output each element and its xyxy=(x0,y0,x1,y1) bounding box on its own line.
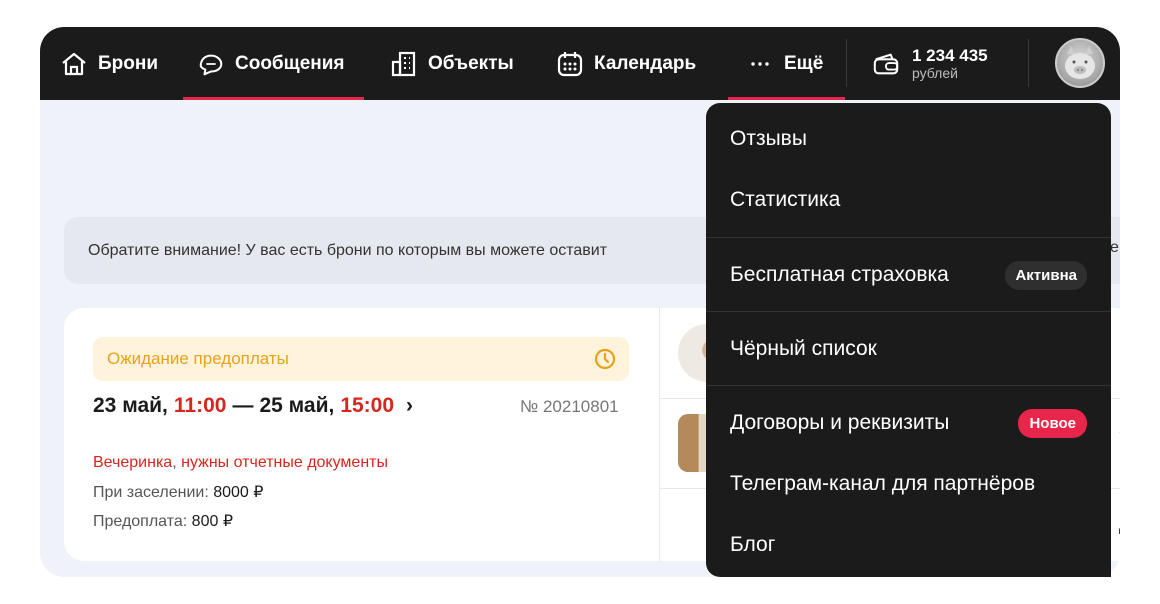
menu-item-statistics[interactable]: Статистика xyxy=(730,185,1087,215)
dots-icon xyxy=(746,50,774,78)
menu-item-label: Телеграм-канал для партнёров xyxy=(730,472,1036,495)
tag-party: Вечеринка xyxy=(93,454,173,471)
peek-text: Д xyxy=(1119,513,1120,536)
time-end: 15:00 xyxy=(340,394,395,417)
wallet-unit: рублей xyxy=(912,64,958,81)
wallet-balance[interactable]: 1 234 435 рублей xyxy=(872,27,988,100)
menu-item-reviews[interactable]: Отзывы xyxy=(730,124,1087,154)
status-badge-new: Новое xyxy=(1018,408,1087,438)
time-start: 11:00 xyxy=(173,394,227,417)
date-end: 25 май, xyxy=(259,394,335,417)
menu-item-blacklist[interactable]: Чёрный список xyxy=(730,334,1087,364)
wallet-text: 1 234 435 рублей xyxy=(912,45,988,81)
date-start: 23 май, xyxy=(93,394,168,417)
calendar-icon xyxy=(556,50,584,78)
pig-avatar-icon xyxy=(1065,46,1095,79)
tag-documents: нужны отчетные документы xyxy=(181,454,388,471)
wallet-icon xyxy=(872,50,900,78)
home-icon xyxy=(60,50,88,78)
nav-label-messages: Сообщения xyxy=(235,52,345,74)
top-nav: Брони Сообщения Объекты Календарь Ещё 1 … xyxy=(40,27,1120,100)
checkin-value: 8000 ₽ xyxy=(213,484,264,501)
checkin-label: При заселении: xyxy=(93,484,209,501)
menu-separator xyxy=(706,311,1111,312)
menu-separator xyxy=(706,385,1111,386)
menu-item-label: Договоры и реквизиты xyxy=(730,411,950,434)
prepay-label: Предоплата: xyxy=(93,513,188,530)
clock-icon xyxy=(593,347,617,371)
menu-item-blog[interactable]: Блог xyxy=(730,530,1087,560)
peek-text: ц xyxy=(1119,449,1120,467)
menu-item-free-insurance[interactable]: Бесплатная страховка Активна xyxy=(730,260,1087,290)
nav-item-more[interactable]: Ещё xyxy=(746,27,823,100)
date-dash: — xyxy=(232,394,254,417)
menu-item-contracts[interactable]: Договоры и реквизиты Новое xyxy=(730,408,1087,438)
nav-item-objects[interactable]: Объекты xyxy=(390,27,514,100)
nav-label-bookings: Брони xyxy=(98,52,159,74)
status-badge: Ожидание предоплаты xyxy=(93,337,629,381)
menu-item-label: Отзывы xyxy=(730,127,807,150)
prepay-value: 800 ₽ xyxy=(191,513,233,530)
nav-active-underline-messages xyxy=(183,97,364,100)
nav-label-calendar: Календарь xyxy=(594,52,697,74)
nav-label-more: Ещё xyxy=(784,52,824,74)
wallet-amount: 1 234 435 xyxy=(912,45,988,65)
nav-label-objects: Объекты xyxy=(428,52,514,74)
building-icon xyxy=(390,50,418,78)
prepay-info: Предоплата: 800 ₽ xyxy=(93,511,233,531)
notice-text: Обратите внимание! У вас есть брони по к… xyxy=(88,241,608,259)
chat-icon xyxy=(197,50,225,78)
notice-text-peek: е xyxy=(1110,239,1119,256)
menu-item-label: Статистика xyxy=(730,188,841,211)
nav-active-underline-more xyxy=(728,97,845,100)
chevron-right-icon: › xyxy=(406,394,414,417)
peek-text: с xyxy=(1119,421,1120,444)
menu-item-label: Блог xyxy=(730,533,776,556)
user-avatar[interactable] xyxy=(1055,38,1105,88)
nav-divider xyxy=(846,39,847,87)
menu-item-label: Бесплатная страховка xyxy=(730,263,949,286)
nav-item-calendar[interactable]: Календарь xyxy=(556,27,696,100)
status-text: Ожидание предоплаты xyxy=(107,349,289,368)
booking-number: № 20210801 xyxy=(520,397,619,416)
booking-dates[interactable]: 23 май, 11:00 — 25 май, 15:00 › xyxy=(93,394,413,418)
menu-separator xyxy=(706,237,1111,238)
nav-item-bookings[interactable]: Брони xyxy=(60,27,158,100)
status-badge-active: Активна xyxy=(1005,260,1087,290)
tag-separator: , xyxy=(172,454,177,471)
more-dropdown-menu: Отзывы Статистика Бесплатная страховка А… xyxy=(706,103,1111,577)
booking-tags: Вечеринка, нужны отчетные документы xyxy=(93,454,388,472)
nav-divider-2 xyxy=(1028,39,1029,87)
checkin-info: При заселении: 8000 ₽ xyxy=(93,482,263,502)
menu-item-label: Чёрный список xyxy=(730,337,877,360)
nav-item-messages[interactable]: Сообщения xyxy=(197,27,345,100)
menu-item-telegram[interactable]: Телеграм-канал для партнёров xyxy=(730,469,1087,499)
card-divider xyxy=(659,308,660,561)
